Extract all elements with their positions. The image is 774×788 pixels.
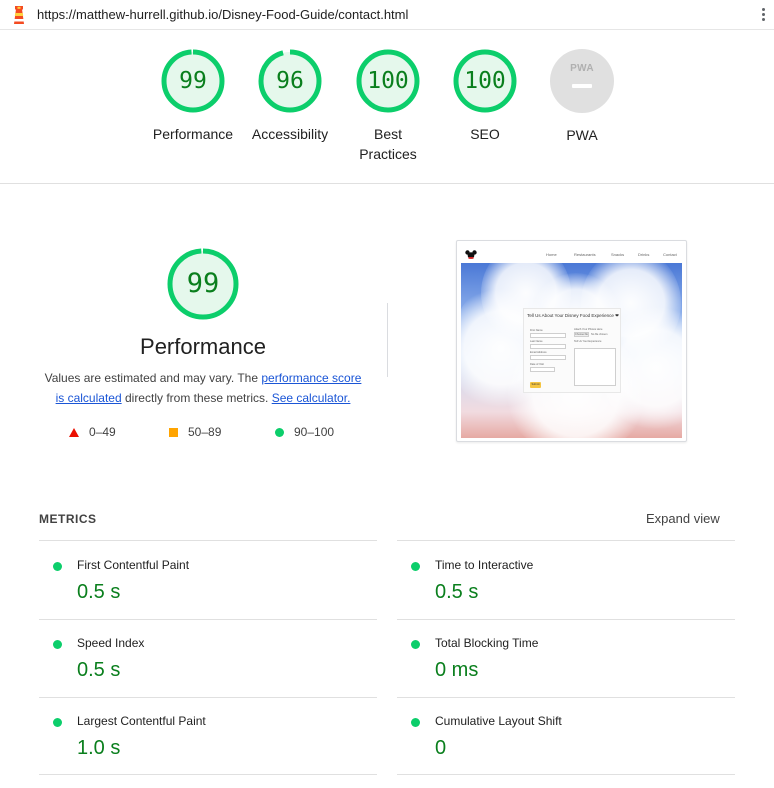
metric-value: 0.5 s	[435, 581, 479, 603]
pass-circle-icon	[53, 562, 62, 571]
divider	[39, 774, 377, 775]
metric-total-blocking-time: Total Blocking Time 0 ms	[397, 619, 735, 697]
thumb-label: Email Address	[530, 351, 547, 354]
desc-text: directly from these metrics.	[121, 391, 272, 405]
gauge-label: SEO	[470, 126, 500, 142]
thumb-contact-form: Tell Us About Your Disney Food Experienc…	[523, 308, 621, 393]
expand-view-toggle[interactable]: Expand view	[646, 511, 720, 526]
legend-average: 50–89	[169, 425, 221, 439]
legend-pass: 90–100	[275, 425, 334, 439]
thumb-label: First Name	[530, 329, 543, 332]
thumb-submit-button: Submit	[530, 382, 541, 388]
gauge-performance[interactable]: 99 Performance	[143, 48, 243, 144]
thumb-nav-link: Restaurants	[574, 252, 596, 257]
score-summary: 99 Performance 96 Accessibility 100 Best…	[0, 30, 774, 184]
metric-value: 0.5 s	[77, 659, 121, 681]
pass-circle-icon	[411, 640, 420, 649]
pass-circle-icon	[411, 718, 420, 727]
divider	[397, 774, 735, 775]
gauge-label-line: Best	[373, 126, 402, 142]
thumb-nav-link: Drinks	[638, 252, 650, 257]
pwa-badge-icon: PWA	[550, 49, 614, 113]
thumb-nav-link: Contact	[663, 252, 677, 257]
legend-label: 0–49	[89, 425, 116, 439]
thumb-field	[530, 333, 566, 338]
thumb-label: Date of Visit	[530, 363, 544, 366]
divider	[387, 303, 388, 377]
gauge-best-practices[interactable]: 100 Best Practices	[338, 48, 438, 164]
lighthouse-icon	[14, 6, 24, 24]
calculator-link[interactable]: See calculator.	[272, 391, 351, 405]
gauge-pwa[interactable]: PWA PWA	[532, 48, 632, 145]
performance-score: 99	[186, 268, 220, 299]
legend-fail: 0–49	[69, 425, 116, 439]
gauge-score: 99	[179, 68, 207, 94]
metric-name: Cumulative Layout Shift	[435, 714, 562, 728]
thumb-hero-image: Tell Us About Your Disney Food Experienc…	[461, 263, 682, 438]
metric-largest-contentful-paint: Largest Contentful Paint 1.0 s	[39, 697, 377, 775]
thumb-label: Choose file	[575, 333, 588, 336]
thumb-label: Last Name	[530, 340, 543, 343]
pass-circle-icon	[411, 562, 420, 571]
final-screenshot[interactable]: Home Restaurants Snacks Drinks Contact T…	[456, 240, 687, 442]
triangle-icon	[69, 428, 79, 438]
gauge-score: 100	[464, 68, 506, 94]
thumb-nav-link: Home	[546, 252, 557, 257]
gauge-label: Accessibility	[251, 126, 329, 142]
gauge-accessibility[interactable]: 96 Accessibility	[240, 48, 340, 144]
pass-circle-icon	[53, 640, 62, 649]
metric-value: 0.5 s	[77, 581, 121, 603]
performance-title: Performance	[140, 334, 266, 359]
metric-value: 1.0 s	[77, 737, 121, 759]
metric-name: Total Blocking Time	[435, 636, 539, 650]
legend-label: 50–89	[188, 425, 222, 439]
thumb-label: Tell Us Your Experience	[574, 340, 602, 343]
gauge-score: 96	[276, 68, 304, 94]
thumb-label: Attach Your Photos Here	[574, 328, 603, 331]
thumb-field	[530, 367, 555, 372]
metric-name: Largest Contentful Paint	[77, 714, 206, 728]
thumb-field	[530, 344, 566, 349]
thumb-nav-link: Snacks	[611, 252, 625, 257]
metric-name: First Contentful Paint	[77, 558, 190, 572]
gauge-seo[interactable]: 100 SEO	[435, 48, 535, 144]
metric-name: Speed Index	[77, 636, 145, 650]
url-bar: https://matthew-hurrell.github.io/Disney…	[0, 0, 774, 30]
metric-name: Time to Interactive	[435, 558, 534, 572]
thumb-field	[530, 355, 566, 360]
page-url[interactable]: https://matthew-hurrell.github.io/Disney…	[37, 7, 408, 22]
performance-gauge: 99	[166, 247, 240, 321]
performance-description: Values are estimated and may vary. The p…	[40, 368, 366, 408]
gauge-label: PWA	[566, 127, 598, 143]
gauge-label-line: Practices	[359, 146, 417, 162]
pwa-dash-icon	[572, 84, 592, 88]
more-vert-icon[interactable]	[760, 6, 766, 24]
desc-text: Values are estimated and may vary. The	[44, 371, 262, 385]
gauge-label: Best Practices	[338, 124, 438, 164]
thumb-form-title: Tell Us About Your Disney Food Experienc…	[527, 313, 619, 318]
legend-label: 90–100	[294, 425, 335, 439]
metric-value: 0 ms	[435, 659, 479, 681]
mickey-logo-icon	[465, 250, 477, 259]
thumb-textarea	[574, 348, 616, 386]
circle-icon	[275, 428, 284, 438]
metrics-heading: METRICS	[39, 512, 97, 526]
gauge-score: 100	[367, 68, 409, 94]
metric-first-contentful-paint: First Contentful Paint 0.5 s	[39, 541, 377, 619]
pass-circle-icon	[53, 718, 62, 727]
gauge-label: Performance	[152, 126, 234, 142]
square-icon	[169, 428, 178, 438]
thumb-navbar: Home Restaurants Snacks Drinks Contact	[461, 245, 682, 263]
metric-cumulative-layout-shift: Cumulative Layout Shift 0	[397, 697, 735, 775]
metric-speed-index: Speed Index 0.5 s	[39, 619, 377, 697]
pwa-badge-text: PWA	[570, 63, 594, 74]
metric-value: 0	[435, 737, 447, 759]
thumb-label: No file chosen	[591, 333, 608, 336]
metric-time-to-interactive: Time to Interactive 0.5 s	[397, 541, 735, 619]
